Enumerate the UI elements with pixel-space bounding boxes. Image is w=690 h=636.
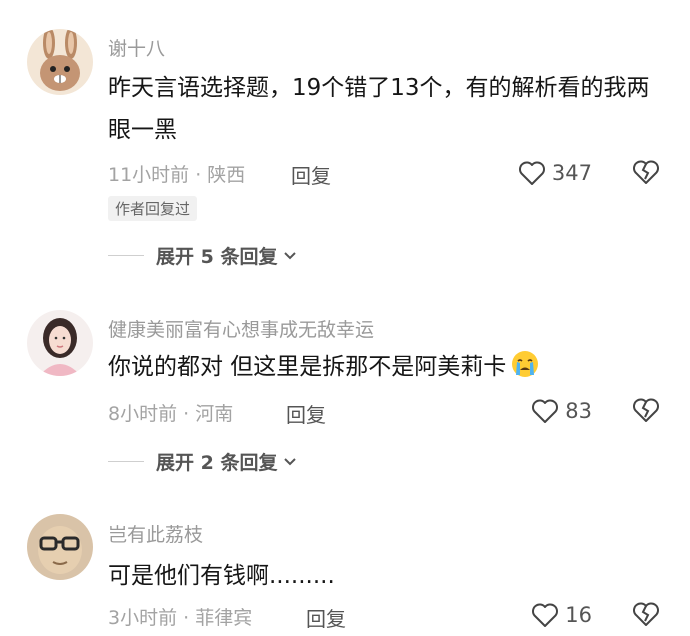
reply-button[interactable]: 回复 bbox=[291, 160, 331, 189]
dislike-button[interactable] bbox=[632, 600, 660, 628]
dislike-button[interactable] bbox=[632, 158, 660, 186]
avatar[interactable] bbox=[27, 310, 93, 376]
reply-button[interactable]: 回复 bbox=[286, 399, 326, 428]
like-button[interactable]: 83 bbox=[531, 398, 592, 424]
expand-replies-label: 展开 5 条回复 bbox=[156, 246, 278, 268]
comment-text-content: 你说的都对 但这里是拆那不是阿美莉卡 bbox=[108, 354, 507, 380]
reply-button[interactable]: 回复 bbox=[306, 603, 346, 632]
heart-icon bbox=[532, 603, 559, 627]
heart-icon bbox=[518, 161, 545, 185]
like-count: 347 bbox=[551, 161, 592, 185]
like-count: 83 bbox=[565, 399, 592, 423]
divider bbox=[108, 255, 144, 256]
username[interactable]: 岂有此荔枝 bbox=[108, 520, 203, 547]
crying-face-emoji bbox=[512, 351, 539, 377]
broken-heart-icon bbox=[633, 602, 659, 626]
avatar[interactable] bbox=[27, 514, 93, 580]
comment-text: 你说的都对 但这里是拆那不是阿美莉卡 bbox=[108, 346, 668, 388]
broken-heart-icon bbox=[633, 160, 659, 184]
like-count: 16 bbox=[565, 603, 592, 627]
username[interactable]: 健康美丽富有心想事成无敌幸运 bbox=[108, 315, 374, 342]
expand-replies-label: 展开 2 条回复 bbox=[156, 452, 278, 474]
comment-meta: 11小时前 · 陕西 bbox=[108, 164, 246, 186]
comment-meta: 3小时前 · 菲律宾 bbox=[108, 607, 253, 629]
comment-item: 谢十八 昨天言语选择题，19个错了13个，有的解析看的我两眼一黑 11小时前 ·… bbox=[0, 0, 690, 290]
divider bbox=[108, 461, 144, 462]
dislike-button[interactable] bbox=[632, 396, 660, 424]
heart-icon bbox=[532, 399, 559, 423]
chevron-down-icon bbox=[284, 251, 297, 259]
rabbit-avatar-icon bbox=[27, 29, 93, 95]
glasses-character-avatar-icon bbox=[27, 514, 93, 580]
like-button[interactable]: 16 bbox=[531, 602, 592, 628]
broken-heart-icon bbox=[633, 398, 659, 422]
username[interactable]: 谢十八 bbox=[108, 34, 165, 61]
avatar[interactable] bbox=[27, 29, 93, 95]
comment-text: 昨天言语选择题，19个错了13个，有的解析看的我两眼一黑 bbox=[108, 75, 650, 143]
comment-meta: 8小时前 · 河南 bbox=[108, 403, 234, 425]
comment-text: 可是他们有钱啊......... bbox=[108, 563, 335, 589]
comment-item: 健康美丽富有心想事成无敌幸运 你说的都对 但这里是拆那不是阿美莉卡 8小时前 ·… bbox=[0, 290, 690, 500]
author-replied-badge: 作者回复过 bbox=[108, 196, 198, 221]
woman-portrait-avatar-icon bbox=[27, 310, 93, 376]
expand-replies-button[interactable]: 展开 2 条回复 bbox=[108, 448, 297, 475]
chevron-down-icon bbox=[284, 457, 297, 465]
comment-item: 岂有此荔枝 可是他们有钱啊......... 3小时前 · 菲律宾 回复 16 bbox=[0, 500, 690, 636]
expand-replies-button[interactable]: 展开 5 条回复 bbox=[108, 242, 297, 269]
like-button[interactable]: 347 bbox=[518, 160, 592, 186]
